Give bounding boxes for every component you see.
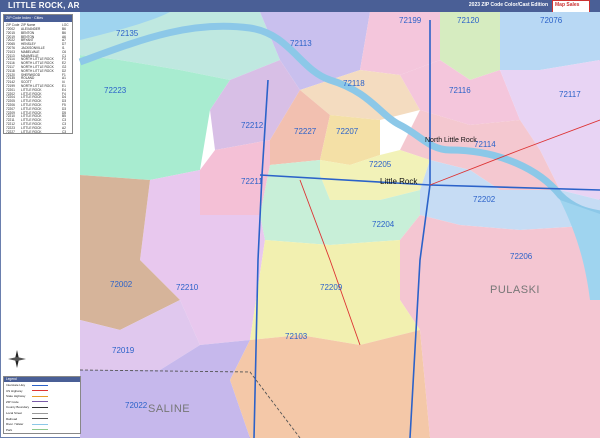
zip-region-72103	[230, 330, 430, 438]
legend-row: County Boundary	[6, 405, 80, 409]
zip-label-72202: 72202	[473, 195, 496, 204]
legend-label: Railroad	[6, 416, 18, 421]
legend-row: Interstate Hwy	[6, 383, 80, 387]
zip-label-72113: 72113	[290, 39, 312, 48]
map-legend: Legend Interstate Hwy US Highway State Hig…	[3, 376, 81, 434]
legend-swatch	[32, 390, 48, 392]
legend-swatch	[32, 429, 48, 431]
zip-label-72212: 72212	[241, 121, 264, 130]
zip-label-72199: 72199	[399, 16, 422, 25]
zip-index-cell: LITTLE ROCK	[21, 129, 42, 134]
legend-swatch	[32, 406, 48, 409]
zip-region-72206	[400, 215, 600, 438]
title-bar: LITTLE ROCK, AR 2023 ZIP Code Color/Cast…	[0, 0, 600, 12]
legend-label: County Boundary	[6, 405, 30, 410]
zip-label-72204: 72204	[372, 220, 395, 229]
zip-label-72206: 72206	[510, 252, 533, 261]
legend-row: River / Water	[6, 422, 80, 426]
legend-swatch	[32, 423, 48, 425]
city-label: Little Rock	[380, 177, 418, 186]
zip-label-72002: 72002	[110, 280, 133, 289]
logo-text: Map Sales	[555, 2, 580, 8]
legend-label: Interstate Hwy	[6, 383, 26, 387]
zip-label-72114: 72114	[474, 140, 496, 149]
zip-label-72227: 72227	[294, 127, 317, 136]
legend-header: Legend	[4, 377, 80, 382]
legend-row: US Highway	[6, 389, 80, 393]
edition-label: 2023 ZIP Code Color/Cast Edition	[468, 2, 548, 8]
legend-label: Local Street	[6, 411, 23, 415]
legend-label: Park	[6, 427, 13, 432]
zip-label-72223: 72223	[104, 86, 127, 95]
legend-swatch	[32, 418, 48, 420]
zip-index-header: ZIP Code Index · Cities	[4, 15, 72, 22]
zip-index-cell: C3	[62, 129, 67, 134]
zip-code-map[interactable]: 72135 72113 72199 72120 72076 72118 72116 72117…	[0, 12, 600, 438]
zip-label-72019: 72019	[112, 346, 135, 355]
zip-label-72210: 72210	[176, 283, 199, 292]
legend-label: ZIP Code	[6, 399, 19, 404]
legend-swatch	[32, 395, 48, 397]
legend-swatch	[32, 384, 48, 386]
zip-label-72118: 72118	[343, 79, 365, 88]
legend-row: Park	[6, 428, 80, 432]
legend-row: ZIP Code	[6, 400, 80, 404]
legend-swatch	[32, 412, 48, 414]
zip-region-72207	[320, 115, 380, 165]
legend-row: State Highway	[6, 394, 80, 398]
map-title: LITTLE ROCK, AR	[8, 1, 80, 10]
zip-regions	[80, 12, 600, 438]
county-label: PULASKI	[490, 284, 540, 296]
zip-index: ZIP Code Index · Cities ZIP Code ZIP Nam…	[3, 14, 73, 134]
zip-index-cell: 72227	[6, 129, 15, 134]
legend-label: State Highway	[6, 394, 26, 399]
zip-label-72207: 72207	[336, 127, 359, 136]
legend-row: Railroad	[6, 417, 80, 421]
zip-label-72211: 72211	[241, 177, 263, 186]
zip-label-72117: 72117	[559, 90, 581, 99]
zip-label-72120: 72120	[457, 16, 480, 25]
zip-label-72022: 72022	[125, 401, 148, 410]
county-label: SALINE	[148, 403, 190, 415]
zip-label-72209: 72209	[320, 283, 343, 292]
zip-region-72209	[250, 240, 420, 345]
legend-label: US Highway	[6, 388, 23, 393]
city-label: North Little Rock	[425, 137, 477, 144]
legend-swatch	[32, 401, 48, 403]
zip-label-72205: 72205	[369, 160, 392, 169]
zip-label-72076: 72076	[540, 16, 563, 25]
compass-icon	[8, 350, 26, 368]
legend-row: Local Street	[6, 411, 80, 415]
zip-label-72116: 72116	[449, 86, 471, 95]
legend-label: River / Water	[6, 422, 24, 427]
zip-label-72103: 72103	[285, 332, 308, 341]
zip-index-row: 72227 LITTLE ROCK C3	[6, 130, 72, 134]
zip-label-72135: 72135	[116, 29, 139, 38]
